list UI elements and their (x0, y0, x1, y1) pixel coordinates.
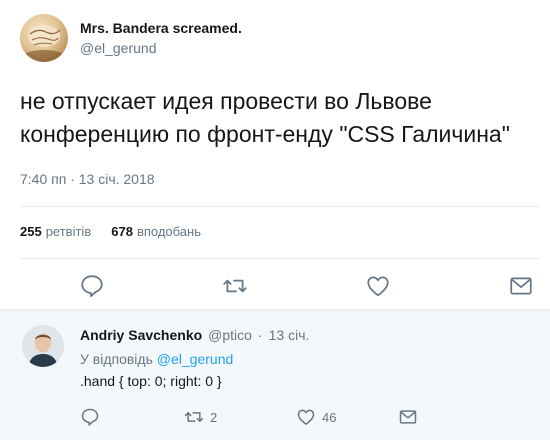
likes-stat[interactable]: 678 вподобань (111, 224, 201, 239)
likes-label: вподобань (136, 224, 201, 239)
message-button[interactable] (505, 270, 537, 302)
avatar-image (22, 325, 64, 367)
message-button[interactable] (398, 405, 418, 429)
tweet-stats: 255 ретвітів 678 вподобань (20, 224, 201, 239)
retweet-icon (184, 412, 204, 422)
reply-text: .hand { top: 0; right: 0 } (80, 373, 222, 389)
reply-icon (81, 408, 99, 426)
reply-button[interactable] (76, 270, 108, 302)
display-name[interactable]: Mrs. Bandera screamed. (80, 20, 242, 36)
meta-separator: · (257, 327, 263, 343)
tweet-timestamp[interactable]: 7:40 пп · 13 січ. 2018 (20, 171, 155, 187)
replying-to: У відповідь @el_gerund (80, 351, 233, 367)
retweet-icon (223, 279, 247, 293)
main-tweet: Mrs. Bandera screamed. @el_gerund не отп… (0, 0, 550, 309)
avatar[interactable] (22, 325, 64, 367)
avatar-image (24, 25, 64, 62)
reply-header: Andriy Savchenko @ptico · 13 січ. (80, 327, 309, 343)
display-name[interactable]: Andriy Savchenko (80, 327, 202, 343)
reply-retweets-count: 2 (210, 409, 218, 425)
tweet-actions (0, 270, 550, 304)
tweet-text: не отпускает идея провести во Львове кон… (20, 88, 510, 147)
reply-actions: 2 46 (0, 405, 550, 429)
like-button[interactable]: 46 (296, 405, 336, 429)
replying-to-link[interactable]: @el_gerund (157, 351, 234, 367)
reply-date[interactable]: 13 січ. (269, 327, 310, 343)
retweet-button[interactable] (219, 270, 251, 302)
reply-button[interactable] (80, 405, 100, 429)
message-icon (399, 410, 417, 424)
retweets-label: ретвітів (45, 224, 92, 239)
retweets-count: 255 (20, 224, 42, 239)
divider (20, 206, 540, 207)
user-handle[interactable]: @el_gerund (80, 40, 157, 56)
like-button[interactable] (362, 270, 394, 302)
reply-icon (81, 275, 103, 298)
reply-tweet[interactable]: Andriy Savchenko @ptico · 13 січ. У відпові… (0, 311, 550, 440)
message-icon (510, 277, 532, 295)
likes-count: 678 (111, 224, 133, 239)
retweets-stat[interactable]: 255 ретвітів (20, 224, 91, 239)
divider (20, 258, 540, 259)
like-icon (367, 276, 389, 297)
user-handle[interactable]: @ptico (208, 327, 252, 343)
retweet-button[interactable]: 2 (184, 405, 217, 429)
replying-to-prefix: У відповідь (80, 351, 153, 367)
like-icon (297, 409, 315, 425)
reply-likes-count: 46 (322, 409, 337, 425)
avatar[interactable] (20, 14, 68, 62)
